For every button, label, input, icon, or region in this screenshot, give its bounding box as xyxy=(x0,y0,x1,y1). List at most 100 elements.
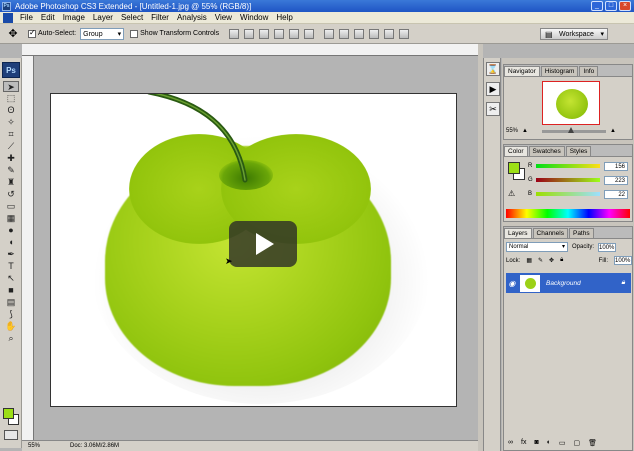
type-tool-icon[interactable]: T xyxy=(3,261,19,272)
canvas-workarea[interactable]: ➤ xyxy=(34,56,478,440)
distribute-left-icon[interactable] xyxy=(369,28,380,39)
slice-tool-icon[interactable]: ⟋ xyxy=(3,141,19,152)
tab-layers[interactable]: Layers xyxy=(504,228,532,238)
menu-layer[interactable]: Layer xyxy=(89,13,117,22)
menu-file[interactable]: File xyxy=(16,13,37,22)
color-panel-foreground-swatch[interactable] xyxy=(508,162,520,174)
color-spectrum-bar[interactable] xyxy=(506,209,630,218)
blue-channel-value[interactable]: 22 xyxy=(604,189,628,199)
align-vcenter-icon[interactable] xyxy=(244,28,255,39)
menu-filter[interactable]: Filter xyxy=(147,13,173,22)
minimize-button[interactable]: _ xyxy=(591,1,603,11)
transform-controls-checkbox[interactable] xyxy=(130,29,139,38)
dodge-tool-icon[interactable]: ◖ xyxy=(3,237,19,248)
path-selection-tool-icon[interactable]: ↖ xyxy=(3,273,19,284)
delete-layer-icon[interactable]: 🗑︎ xyxy=(588,439,597,447)
maximize-button[interactable]: □ xyxy=(605,1,617,11)
tab-color[interactable]: Color xyxy=(504,146,528,156)
tab-swatches[interactable]: Swatches xyxy=(528,146,565,156)
new-group-icon[interactable]: ▭ xyxy=(559,439,566,447)
menu-edit[interactable]: Edit xyxy=(37,13,59,22)
distribute-bottom-icon[interactable] xyxy=(354,28,365,39)
fill-field[interactable]: 100% xyxy=(614,256,632,265)
align-right-icon[interactable] xyxy=(304,28,315,39)
green-channel-slider[interactable] xyxy=(536,178,600,182)
eyedropper-tool-icon[interactable]: ⟆ xyxy=(3,309,19,320)
transform-controls-option[interactable]: Show Transform Controls xyxy=(130,29,219,38)
clone-stamp-tool-icon[interactable]: ♜ xyxy=(3,177,19,188)
link-layers-icon[interactable]: ∞ xyxy=(508,439,513,447)
app-menu-icon[interactable] xyxy=(3,12,13,23)
menu-view[interactable]: View xyxy=(211,13,236,22)
history-panel-icon[interactable]: ⌛ xyxy=(486,62,500,76)
menu-window[interactable]: Window xyxy=(236,13,272,22)
quick-mask-button[interactable] xyxy=(4,430,18,440)
align-bottom-icon[interactable] xyxy=(259,28,270,39)
history-brush-tool-icon[interactable]: ↺ xyxy=(3,189,19,200)
close-button[interactable]: × xyxy=(619,1,631,11)
navigator-zoom-value[interactable]: 55% xyxy=(506,128,518,134)
distribute-hcenter-icon[interactable] xyxy=(384,28,395,39)
auto-select-dropdown[interactable]: Group xyxy=(80,27,125,40)
menu-analysis[interactable]: Analysis xyxy=(173,13,211,22)
distribute-vcenter-icon[interactable] xyxy=(339,28,350,39)
tab-paths[interactable]: Paths xyxy=(568,228,594,238)
pen-tool-icon[interactable]: ✒ xyxy=(3,249,19,260)
opacity-field[interactable]: 100% xyxy=(598,242,617,252)
notes-tool-icon[interactable]: ▤ xyxy=(3,297,19,308)
magic-wand-tool-icon[interactable]: ✧ xyxy=(3,117,19,128)
brush-tool-icon[interactable]: ✎ xyxy=(3,165,19,176)
navigator-zoom-slider[interactable] xyxy=(541,126,606,133)
tab-styles[interactable]: Styles xyxy=(565,146,592,156)
tool-presets-panel-icon[interactable]: ✂ xyxy=(486,102,500,116)
eraser-tool-icon[interactable]: ▭ xyxy=(3,201,19,212)
blue-channel-slider[interactable] xyxy=(536,192,600,196)
gamut-warning-icon[interactable]: ⚠ xyxy=(508,189,515,198)
lock-position-icon[interactable]: ✥ xyxy=(549,257,554,264)
tab-channels[interactable]: Channels xyxy=(532,228,568,238)
auto-select-option[interactable]: Auto-Select: xyxy=(28,28,76,38)
layer-mask-icon[interactable]: ◙ xyxy=(534,439,538,447)
blur-tool-icon[interactable]: ● xyxy=(3,225,19,236)
zoom-tool-icon[interactable]: ⌕ xyxy=(3,333,19,344)
navigator-preview[interactable] xyxy=(542,81,600,125)
foreground-color-swatch[interactable] xyxy=(3,408,14,419)
align-left-icon[interactable] xyxy=(274,28,285,39)
shape-tool-icon[interactable]: ■ xyxy=(3,285,19,296)
adjustment-layer-icon[interactable]: ◐ xyxy=(547,439,551,447)
gradient-tool-icon[interactable]: ▦ xyxy=(3,213,19,224)
auto-select-checkbox[interactable] xyxy=(28,28,36,38)
new-layer-icon[interactable]: ▢ xyxy=(574,439,581,447)
lock-transparency-icon[interactable]: ▦ xyxy=(526,257,532,264)
tab-info[interactable]: Info xyxy=(579,66,599,76)
align-hcenter-icon[interactable] xyxy=(289,28,300,39)
menu-help[interactable]: Help xyxy=(272,13,296,22)
align-top-icon[interactable] xyxy=(229,28,240,39)
lasso-tool-icon[interactable]: ʘ xyxy=(3,105,19,116)
tab-histogram[interactable]: Histogram xyxy=(540,66,579,76)
distribute-top-icon[interactable] xyxy=(324,28,335,39)
workspace-button[interactable]: Workspace xyxy=(540,28,608,40)
document-canvas[interactable]: ➤ xyxy=(50,93,457,407)
blend-mode-dropdown[interactable]: Normal xyxy=(506,242,568,252)
marquee-tool-icon[interactable]: ⬚ xyxy=(3,93,19,104)
lock-all-icon[interactable]: 🔒︎ xyxy=(560,257,563,264)
layer-visibility-eye-icon[interactable]: ◉ xyxy=(506,279,518,288)
video-play-button[interactable] xyxy=(229,221,297,267)
move-tool-icon[interactable]: ➤ xyxy=(3,81,19,92)
status-zoom[interactable]: 55% xyxy=(28,443,40,449)
distribute-right-icon[interactable] xyxy=(399,28,410,39)
layer-style-icon[interactable]: fx xyxy=(521,439,526,447)
lock-pixels-icon[interactable]: ✎ xyxy=(538,257,543,264)
menu-select[interactable]: Select xyxy=(117,13,147,22)
layer-row-background[interactable]: ◉ Background 🔒︎ xyxy=(506,273,631,293)
red-channel-value[interactable]: 156 xyxy=(604,161,628,171)
crop-tool-icon[interactable]: ⌗ xyxy=(3,129,19,140)
zoom-out-icon[interactable]: ▲ xyxy=(522,128,528,134)
move-tool-preset-icon[interactable]: ✥ xyxy=(4,26,22,42)
menu-image[interactable]: Image xyxy=(59,13,89,22)
red-channel-slider[interactable] xyxy=(536,164,600,168)
zoom-in-icon[interactable]: ▲ xyxy=(610,128,616,134)
actions-panel-icon[interactable]: ▶ xyxy=(486,82,500,96)
healing-brush-tool-icon[interactable]: ✚ xyxy=(3,153,19,164)
